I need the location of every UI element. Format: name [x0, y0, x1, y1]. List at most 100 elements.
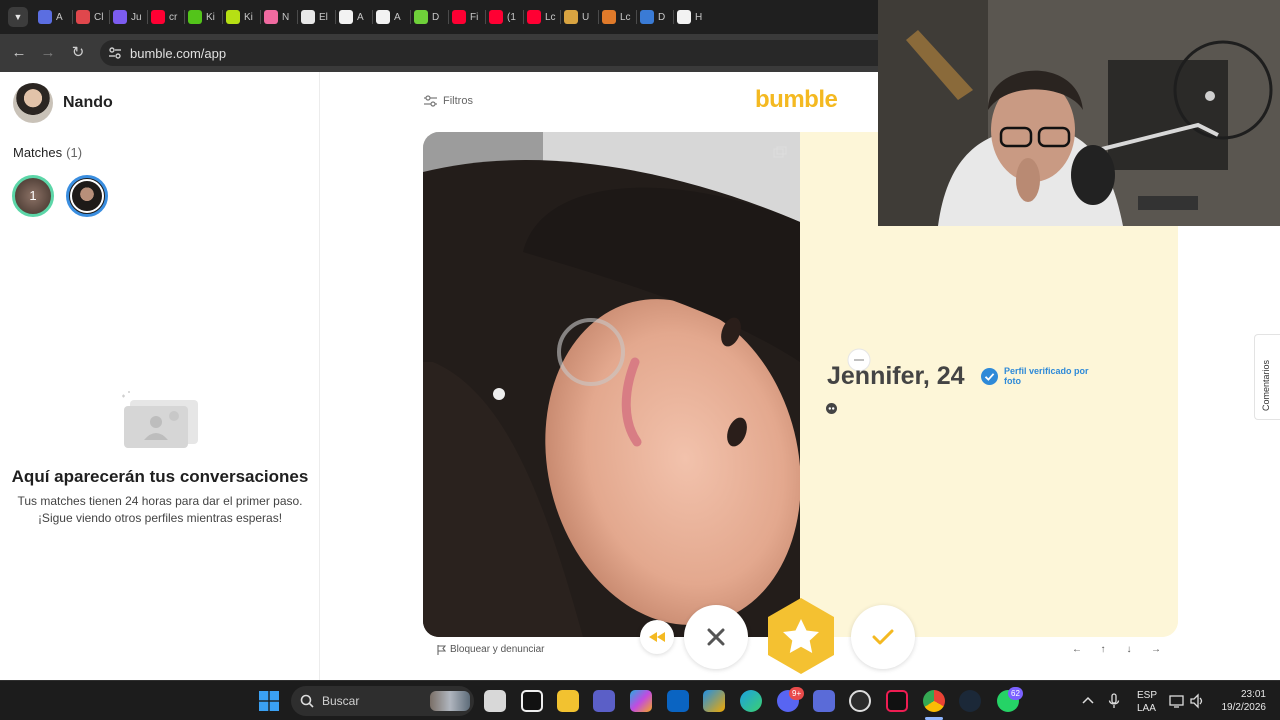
system-clock[interactable]: 23:01 19/2/2026 [1214, 688, 1267, 714]
tab-favicon-icon [151, 10, 165, 24]
reload-button[interactable]: ↻ [67, 42, 89, 64]
steam-icon[interactable] [959, 690, 981, 712]
tab-separator [222, 10, 223, 24]
browser-tab[interactable]: U [564, 6, 601, 28]
browser-tab[interactable]: D [414, 6, 451, 28]
tab-favicon-icon [76, 10, 90, 24]
tab-search-dropdown-icon[interactable]: ▼ [8, 7, 28, 27]
tab-favicon-icon [452, 10, 466, 24]
roblox-icon[interactable] [521, 690, 543, 712]
flag-icon [437, 644, 446, 655]
back-button[interactable]: ← [8, 42, 30, 64]
rewind-icon [649, 632, 665, 642]
tab-separator [673, 10, 674, 24]
browser-tab[interactable]: H [677, 6, 714, 28]
tab-title: cr [169, 11, 178, 23]
tab-favicon-icon [414, 10, 428, 24]
feedback-label: Comentarios [1261, 359, 1271, 411]
close-icon [707, 628, 725, 646]
user-avatar[interactable] [13, 83, 53, 123]
tab-favicon-icon [301, 10, 315, 24]
tab-separator [560, 10, 561, 24]
browser-tab[interactable]: N [264, 6, 301, 28]
empty-state-title: Aquí aparecerán tus conversaciones [11, 467, 309, 486]
like-button[interactable] [851, 605, 915, 669]
block-report-link[interactable]: Bloquear y denunciar [437, 644, 545, 655]
tab-separator [184, 10, 185, 24]
quote-bubble-icon [826, 403, 837, 414]
tab-title: Fi [470, 11, 479, 23]
tab-separator [523, 10, 524, 24]
taskbar-search[interactable]: Buscar [291, 686, 474, 716]
match-avatar[interactable] [66, 175, 108, 217]
chrome-icon[interactable] [923, 690, 945, 712]
webcam-video [878, 0, 1280, 226]
network-icon[interactable] [1169, 693, 1185, 709]
tab-separator [485, 10, 486, 24]
tab-separator [260, 10, 261, 24]
browser-tab[interactable]: Cl [76, 6, 113, 28]
app-icon[interactable] [813, 690, 835, 712]
address-bar[interactable]: bumble.com/app [100, 40, 890, 66]
browser-tab[interactable]: cr [151, 6, 188, 28]
edge-icon[interactable] [740, 690, 762, 712]
bumble-logo: bumble [755, 86, 838, 113]
tab-separator [372, 10, 373, 24]
browser-tab[interactable]: D [640, 6, 677, 28]
forward-button[interactable]: → [37, 42, 59, 64]
store-icon[interactable] [703, 690, 725, 712]
browser-tab[interactable]: Ki [226, 6, 263, 28]
browser-tab[interactable]: (1 [489, 6, 526, 28]
browser-tab[interactable]: A [339, 6, 376, 28]
browser-tab[interactable]: Lc [527, 6, 564, 28]
expand-photo-icon[interactable] [773, 146, 787, 158]
pass-button[interactable] [684, 605, 748, 669]
teams-icon[interactable] [593, 690, 615, 712]
tiktok-icon[interactable] [886, 690, 908, 712]
browser-toolbar: ← → ↻ bumble.com/app [0, 34, 890, 72]
superswipe-button[interactable] [762, 597, 840, 675]
search-highlight-image [430, 691, 470, 711]
block-report-label: Bloquear y denunciar [450, 644, 545, 655]
windows-start-icon[interactable] [259, 691, 279, 711]
key-right-hint: → [1151, 644, 1161, 655]
rewind-button[interactable] [640, 620, 674, 654]
browser-tab[interactable]: Ki [188, 6, 225, 28]
filters-button[interactable]: Filtros [424, 95, 473, 107]
profile-photo-image [423, 132, 800, 637]
verified-label: Perfil verificado por foto [1004, 366, 1089, 386]
tab-separator [109, 10, 110, 24]
user-name[interactable]: Nando [63, 94, 113, 112]
microphone-icon[interactable] [1106, 693, 1122, 709]
volume-icon[interactable] [1189, 693, 1205, 709]
browser-tab[interactable]: A [38, 6, 75, 28]
clock-date: 19/2/2026 [1221, 702, 1267, 713]
layout-code: LAA [1137, 703, 1156, 714]
browser-tab[interactable]: Fi [452, 6, 489, 28]
tab-favicon-icon [188, 10, 202, 24]
match-queue-button[interactable]: 1 [12, 175, 54, 217]
tab-favicon-icon [602, 10, 616, 24]
browser-tab[interactable]: El [301, 6, 338, 28]
copilot-icon[interactable] [630, 690, 652, 712]
tab-separator [410, 10, 411, 24]
browser-tab[interactable]: Ju [113, 6, 150, 28]
whatsapp-badge: 62 [1008, 687, 1023, 700]
file-explorer-icon[interactable] [557, 690, 579, 712]
sidebar: Nando Matches (1) 1 Aquí aparecerán tus c… [0, 72, 320, 680]
profile-photo[interactable] [423, 132, 800, 637]
input-language[interactable]: ESP LAA [1137, 689, 1157, 715]
chevron-up-icon[interactable] [1080, 693, 1096, 709]
outlook-icon[interactable] [667, 690, 689, 712]
tab-favicon-icon [226, 10, 240, 24]
feedback-tab[interactable]: Comentarios [1254, 334, 1280, 420]
tab-favicon-icon [640, 10, 654, 24]
browser-tab[interactable]: A [376, 6, 413, 28]
site-settings-icon[interactable] [108, 46, 122, 60]
tab-favicon-icon [564, 10, 578, 24]
tab-title: Ki [244, 11, 253, 23]
browser-tab[interactable]: Lc [602, 6, 639, 28]
tab-favicon-icon [38, 10, 52, 24]
task-view-icon[interactable] [484, 690, 506, 712]
obs-icon[interactable] [849, 690, 871, 712]
